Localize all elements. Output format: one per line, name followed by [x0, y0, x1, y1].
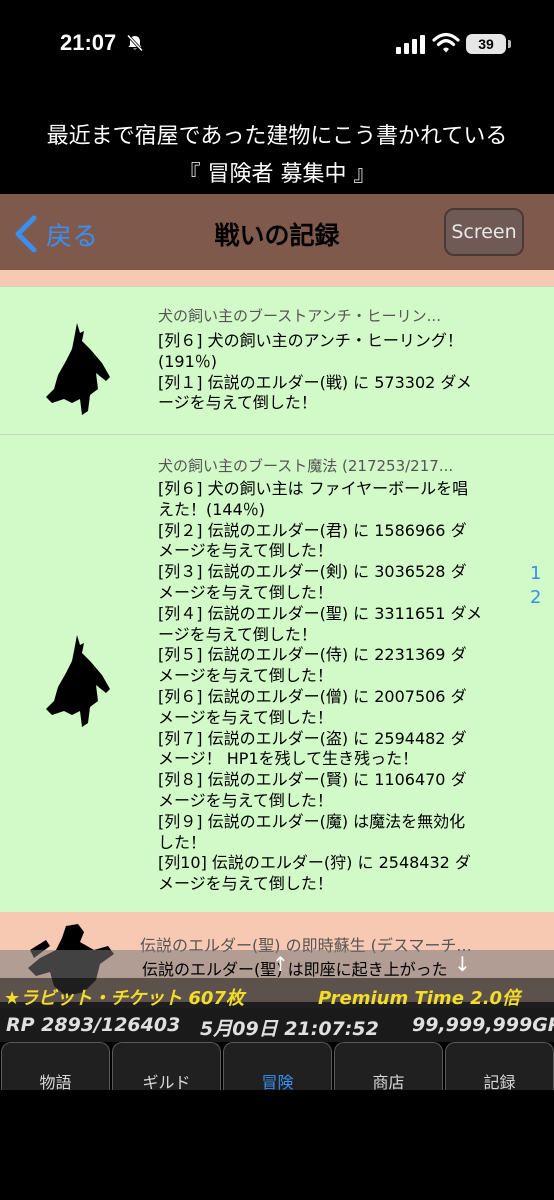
log-line: [列１] 伝説のエルダー(戦) に 573302 ダメ — [158, 372, 472, 392]
tab-story[interactable]: 物語 — [1, 1042, 110, 1092]
bell-muted-icon — [126, 34, 144, 52]
log-line: [列３] 伝説のエルダー(剣) に 3036528 ダ — [158, 562, 467, 582]
tab-records[interactable]: 記録 — [445, 1042, 554, 1092]
log-line: メージを与えて倒した！ — [158, 874, 333, 894]
story-line-2: 『 冒険者 募集中 』 — [178, 162, 376, 187]
log-line: [列６] 犬の飼い主は ファイヤーボールを唱 — [158, 479, 469, 498]
log-line: ージを与えて倒した！ — [158, 393, 317, 413]
premium-time: Premium Time 2.0倍 — [318, 988, 521, 1009]
log-line: [列２] 伝説のエルダー(君) に 1586966 ダ — [158, 520, 467, 540]
battle-log-text: [列６] 犬の飼い主は ファイヤーボールを唱 えた！(144％) [列２] 伝説… — [158, 479, 488, 895]
list-top-strip — [0, 270, 554, 286]
tab-adventure[interactable]: 冒険 — [223, 1042, 332, 1092]
battle-log-text: [列６] 犬の飼い主のアンチ・ヒーリング！ (191％) [列１] 伝説のエルダ… — [158, 331, 488, 414]
battle-log-title: 犬の飼い主のブーストアンチ・ヒーリン... — [158, 307, 441, 325]
gold-counter: 99,999,999GP — [412, 1014, 554, 1036]
log-line: [列８] 伝説のエルダー(賢) に 1106470 ダ — [158, 770, 467, 790]
story-line-1: 最近まで宿屋であった建物にこう書かれている — [46, 124, 508, 149]
game-datetime: 5月09日 21:07:52 — [200, 1018, 379, 1040]
wifi-icon — [432, 32, 460, 53]
screen-button[interactable]: Screen — [444, 208, 524, 256]
log-line: メージを与えて倒した！ — [158, 541, 333, 561]
scroll-down-button[interactable]: ↓ — [454, 952, 471, 976]
battle-log-title: 犬の飼い主のブースト魔法 (217253/217... — [158, 457, 454, 475]
battle-log-entry[interactable]: 犬の飼い主のブーストアンチ・ヒーリン... [列６] 犬の飼い主のアンチ・ヒーリ… — [0, 286, 554, 436]
battle-log-list[interactable]: 犬の飼い主のブーストアンチ・ヒーリン... [列６] 犬の飼い主のアンチ・ヒーリ… — [0, 270, 554, 950]
log-line: [列５] 伝説のエルダー(侍) に 2231369 ダ — [158, 645, 467, 665]
scroll-up-button[interactable]: ↑ — [272, 952, 289, 976]
log-line: [列４] 伝説のエルダー(聖) に 3311651 ダメ — [158, 603, 483, 623]
log-line: [列９] 伝説のエルダー(魔) は魔法を無効化 — [158, 811, 466, 831]
rp-counter: RP 2893/126403 — [6, 1014, 181, 1036]
log-line: [列10] 伝説のエルダー(狩) に 2548432 ダ — [158, 853, 471, 873]
rabbit-ticket-count: ★ラビット・チケット 607枚 — [4, 988, 244, 1009]
log-line: [列６] 犬の飼い主のアンチ・ヒーリング！ — [158, 331, 463, 350]
log-line: メージを与えて倒した！ — [158, 666, 333, 686]
tab-guild[interactable]: ギルド — [112, 1042, 221, 1092]
battery-icon: 39 — [466, 34, 506, 54]
log-line: [列６] 伝説のエルダー(僧) に 2007506 ダ — [158, 686, 467, 706]
page-title: 戦いの記録 — [214, 221, 340, 250]
log-line: (191％) — [158, 351, 218, 371]
log-line: した！ — [158, 832, 207, 852]
character-silhouette-icon — [46, 635, 110, 727]
status-time: 21:07 — [60, 30, 117, 55]
page-link-1[interactable]: 1 — [530, 563, 541, 584]
log-line: メージを与えて倒した！ — [158, 582, 333, 602]
log-line: メージを与えて倒した！ — [158, 790, 333, 810]
log-line: メージ！ HP1を残して生き残った！ — [158, 749, 419, 769]
log-line: えた！(144％) — [158, 499, 266, 519]
back-button[interactable]: 戻る — [46, 216, 98, 253]
cellular-signal-icon — [396, 35, 425, 54]
battery-tip — [508, 40, 511, 48]
tab-shop[interactable]: 商店 — [334, 1042, 443, 1092]
page-link-2[interactable]: 2 — [530, 587, 541, 608]
character-silhouette-icon — [46, 323, 110, 415]
chevron-left-icon[interactable] — [12, 214, 40, 254]
latest-message: 伝説のエルダー(聖) は即座に起き上がった — [142, 960, 448, 979]
log-line: ージを与えて倒した！ — [158, 624, 317, 644]
battle-log-entry[interactable]: 犬の飼い主のブースト魔法 (217253/217... [列６] 犬の飼い主は … — [0, 434, 554, 914]
bottom-area — [0, 1090, 554, 1200]
log-line: [列７] 伝説のエルダー(盗) に 2594482 ダ — [158, 728, 467, 748]
log-line: メージを与えて倒した！ — [158, 707, 333, 727]
